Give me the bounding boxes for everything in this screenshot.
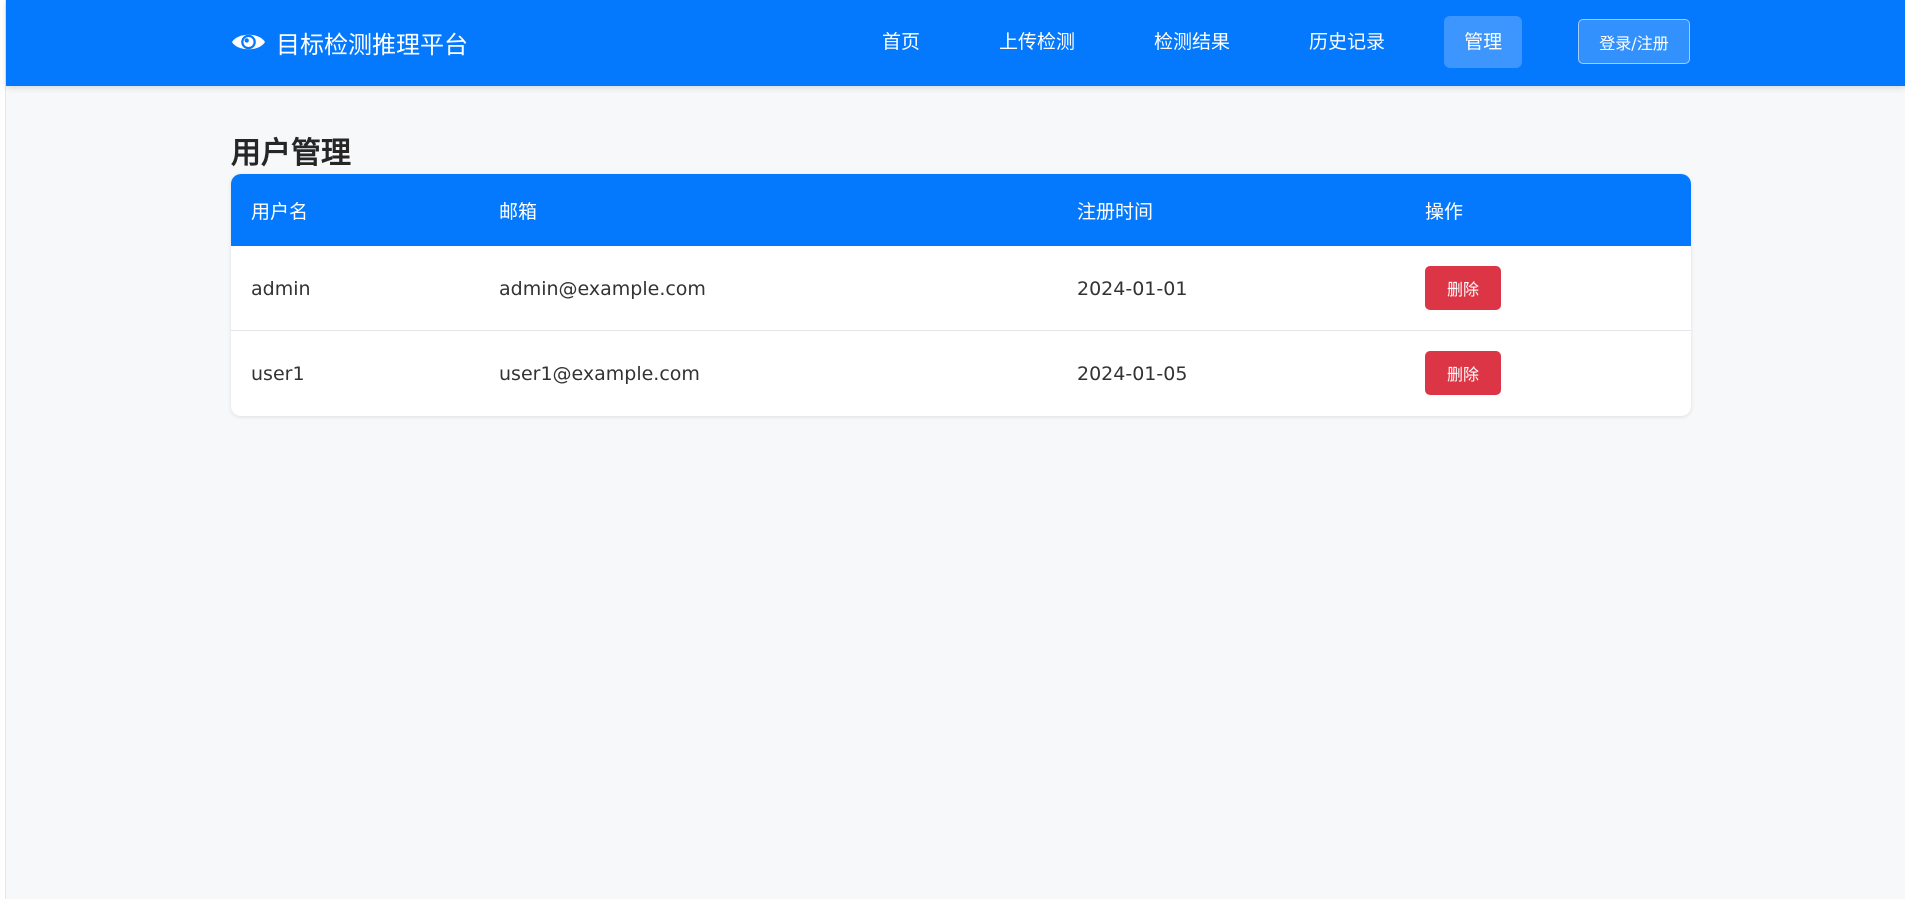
top-navbar: 目标检测推理平台 首页 上传检测 检测结果 历史记录 管理 登录/注册 xyxy=(6,0,1905,86)
nav-item-admin[interactable]: 管理 xyxy=(1444,16,1523,68)
brand-title: 目标检测推理平台 xyxy=(276,30,468,59)
delete-user-button[interactable]: 删除 xyxy=(1425,266,1501,310)
login-register-button[interactable]: 登录/注册 xyxy=(1578,19,1690,64)
column-header-registered: 注册时间 xyxy=(1077,201,1154,223)
table-header: 用户名 邮箱 注册时间 操作 xyxy=(231,174,1691,246)
cell-email: admin@example.com xyxy=(499,278,706,300)
page-background: 目标检测推理平台 首页 上传检测 检测结果 历史记录 管理 登录/注册 用户管理… xyxy=(5,0,1905,899)
cell-username: user1 xyxy=(251,363,305,385)
column-header-actions: 操作 xyxy=(1425,201,1464,223)
delete-user-button[interactable]: 删除 xyxy=(1425,351,1501,395)
nav-item-history[interactable]: 历史记录 xyxy=(1289,16,1405,68)
page-title: 用户管理 xyxy=(231,136,351,171)
cell-registered: 2024-01-01 xyxy=(1077,278,1188,300)
cell-username: admin xyxy=(251,278,311,300)
nav-item-home[interactable]: 首页 xyxy=(862,16,940,68)
eye-icon xyxy=(231,34,266,50)
nav-item-detect-results[interactable]: 检测结果 xyxy=(1134,16,1250,68)
table-row: user1 user1@example.com 2024-01-05 删除 xyxy=(231,331,1691,416)
column-header-username: 用户名 xyxy=(251,201,309,223)
cell-registered: 2024-01-05 xyxy=(1077,363,1188,385)
nav-menu: 首页 上传检测 检测结果 历史记录 管理 xyxy=(862,16,1561,68)
column-header-email: 邮箱 xyxy=(499,201,538,223)
table-row: admin admin@example.com 2024-01-01 删除 xyxy=(231,246,1691,331)
brand-logo[interactable]: 目标检测推理平台 xyxy=(231,22,468,62)
users-table: 用户名 邮箱 注册时间 操作 admin admin@example.com 2… xyxy=(231,174,1691,416)
cell-email: user1@example.com xyxy=(499,363,700,385)
nav-item-upload-detect[interactable]: 上传检测 xyxy=(979,16,1095,68)
